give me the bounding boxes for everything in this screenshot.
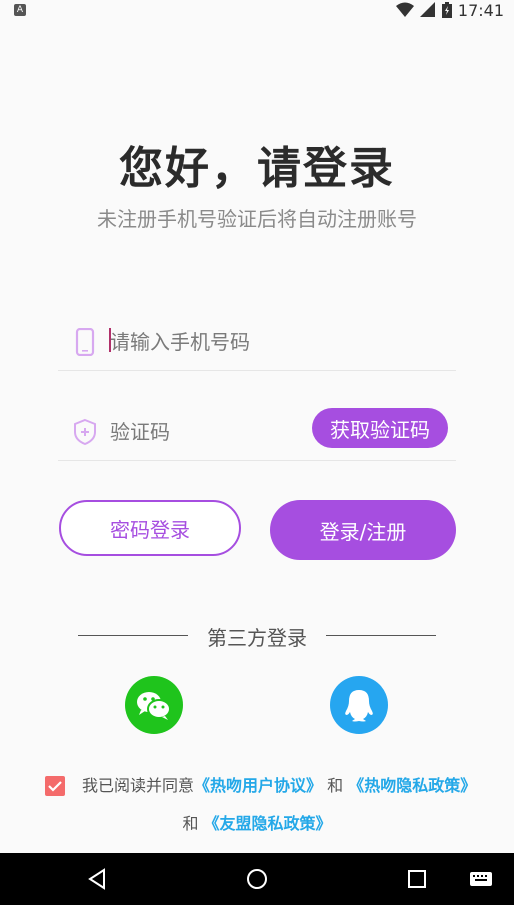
phone-icon [75, 328, 95, 356]
wechat-icon [137, 692, 171, 720]
back-icon[interactable] [84, 865, 112, 893]
wifi-icon [395, 2, 414, 17]
agree-checkbox[interactable] [45, 776, 65, 796]
battery-icon [441, 2, 452, 18]
phone-field-row [58, 314, 456, 371]
agreement-and-1: 和 [327, 776, 344, 795]
recents-icon[interactable] [403, 865, 431, 893]
agreement-line-1: 我已阅读并同意《热吻用户协议》 和 《热吻隐私政策》 [82, 772, 476, 800]
signal-icon [419, 2, 435, 17]
login-register-button[interactable]: 登录/注册 [270, 500, 456, 560]
shield-icon [74, 418, 96, 446]
third-party-label: 第三方登录 [207, 626, 307, 650]
status-bar: A 17:41 [0, 0, 514, 24]
agreement-and-2: 和 [182, 814, 199, 833]
agreement-prefix: 我已阅读并同意 [82, 776, 195, 795]
keyboard-icon[interactable] [468, 865, 494, 893]
qq-login-button[interactable] [330, 676, 388, 734]
privacy-policy-link[interactable]: 《热吻隐私政策》 [348, 776, 476, 795]
page-subtitle: 未注册手机号验证后将自动注册账号 [97, 207, 417, 231]
agreement-line-2: 和 《友盟隐私政策》 [0, 810, 514, 838]
user-agreement-link[interactable]: 《热吻用户协议》 [194, 776, 322, 795]
navigation-bar [0, 853, 514, 905]
clock: 17:41 [457, 0, 504, 20]
home-icon[interactable] [243, 865, 271, 893]
get-code-button[interactable]: 获取验证码 [312, 408, 448, 448]
code-input[interactable] [110, 414, 290, 450]
page-title: 您好，请登录 [119, 143, 395, 194]
umeng-policy-link[interactable]: 《友盟隐私政策》 [204, 814, 332, 833]
text-caret [109, 328, 111, 352]
qq-icon [345, 690, 373, 722]
code-field-row: 获取验证码 [58, 404, 456, 461]
notification-icon: A [14, 4, 26, 16]
check-icon [48, 781, 62, 792]
phone-input[interactable] [110, 324, 330, 360]
wechat-login-button[interactable] [125, 676, 183, 734]
status-icons: 17:41 [395, 0, 504, 20]
password-login-button[interactable]: 密码登录 [59, 500, 241, 556]
